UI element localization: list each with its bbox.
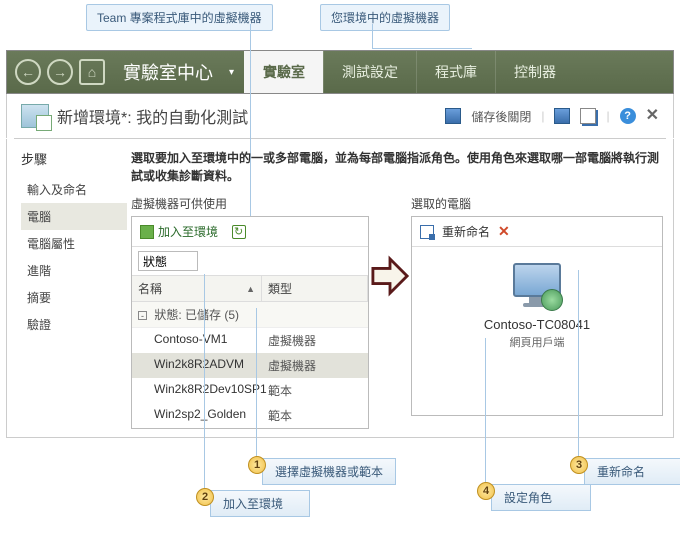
badge-1: 1 (248, 456, 266, 474)
badge-3: 3 (570, 456, 588, 474)
transfer-arrow-icon (369, 195, 411, 297)
selected-computers-panel: 選取的電腦 重新命名 ✕ Contoso-TC (411, 195, 663, 416)
save-close-button[interactable]: 儲存後關閉 (471, 108, 531, 125)
status-filter-input[interactable] (138, 251, 198, 271)
available-vms-title: 虛擬機器可供使用 (131, 195, 369, 212)
callout-your-env: 您環境中的虛擬機器 (320, 4, 450, 31)
step-advanced[interactable]: 進階 (21, 257, 127, 284)
group-row[interactable]: - 狀態: 已儲存 (5) (132, 302, 368, 328)
save-button[interactable] (554, 108, 570, 124)
nav-back-button[interactable]: ← (15, 59, 41, 85)
step-computer-props[interactable]: 電腦屬性 (21, 230, 127, 257)
vm-row[interactable]: Contoso-VM1 虛擬機器 (132, 328, 368, 353)
grid-header: 名稱▲ 類型 (132, 275, 368, 302)
callout-team-library: Team 專案程式庫中的虛擬機器 (86, 4, 273, 31)
main-area: 步驟 輸入及命名 電腦 電腦屬性 進階 摘要 驗證 選取要加入至環境中的一或多部… (6, 139, 674, 438)
steps-sidebar: 步驟 輸入及命名 電腦 電腦屬性 進階 摘要 驗證 (7, 139, 127, 429)
vm-row[interactable]: Win2k8R2Dev10SP1 範本 (132, 378, 368, 403)
tab-controller[interactable]: 控制器 (495, 51, 574, 93)
copy-button[interactable] (580, 108, 596, 124)
app-title: 實驗室中心 (113, 59, 223, 85)
callout-add-env: 加入至環境 (210, 490, 310, 517)
step-computers[interactable]: 電腦 (21, 203, 127, 230)
callout-set-role: 設定角色 (491, 484, 591, 511)
title-dropdown[interactable]: ▾ (223, 67, 240, 78)
tab-lab[interactable]: 實驗室 (244, 51, 323, 93)
vm-row[interactable]: Win2sp2_Golden 範本 (132, 403, 368, 428)
rename-button[interactable]: 重新命名 (442, 223, 490, 240)
delete-button[interactable]: ✕ (498, 223, 510, 240)
vm-row[interactable]: Win2k8R2ADVM 虛擬機器 (132, 353, 368, 378)
step-summary[interactable]: 摘要 (21, 284, 127, 311)
sort-icon: ▲ (246, 284, 255, 294)
selected-computer-item[interactable]: Contoso-TC08041 網頁用戶端 (412, 247, 662, 350)
environment-icon (21, 104, 49, 128)
available-vms-panel: 虛擬機器可供使用 加入至環境 名稱▲ (131, 195, 369, 429)
instruction-text: 選取要加入至環境中的一或多部電腦，並為每部電腦指派角色。使用角色來選取哪一部電腦… (131, 149, 663, 185)
help-button[interactable]: ? (620, 108, 636, 124)
badge-2: 2 (196, 488, 214, 506)
bottom-callouts: 1 選擇虛擬機器或範本 2 加入至環境 3 重新命名 4 設定角色 (6, 438, 674, 534)
close-button[interactable]: ✕ (646, 109, 659, 123)
tab-library[interactable]: 程式庫 (416, 51, 495, 93)
rename-icon (420, 225, 434, 239)
collapse-icon[interactable]: - (138, 311, 147, 320)
computer-icon (509, 263, 565, 311)
globe-icon (541, 289, 563, 311)
nav-forward-button[interactable]: → (47, 59, 73, 85)
nav-home-button[interactable]: ⌂ (79, 59, 105, 85)
col-type-header[interactable]: 類型 (262, 276, 368, 301)
save-icon (445, 108, 461, 124)
add-icon (140, 225, 154, 239)
add-to-env-button[interactable]: 加入至環境 (140, 223, 218, 240)
callout-rename: 重新命名 (584, 458, 680, 485)
app-ribbon: ← → ⌂ 實驗室中心 ▾ 實驗室 測試設定 程式庫 控制器 (6, 50, 674, 94)
step-name-input[interactable]: 輸入及命名 (21, 176, 127, 203)
col-name-header[interactable]: 名稱▲ (132, 276, 262, 301)
sub-header: 新增環境*: 我的自動化測試 儲存後關閉 | | ? ✕ (6, 94, 674, 138)
callout-select-vm: 選擇虛擬機器或範本 (262, 458, 396, 485)
selected-title: 選取的電腦 (411, 195, 663, 212)
computer-role: 網頁用戶端 (412, 334, 662, 350)
page-title: 新增環境*: 我的自動化測試 (57, 104, 248, 128)
step-verify[interactable]: 驗證 (21, 311, 127, 338)
top-callouts: Team 專案程式庫中的虛擬機器 您環境中的虛擬機器 (0, 0, 680, 50)
content-area: 選取要加入至環境中的一或多部電腦，並為每部電腦指派角色。使用角色來選取哪一部電腦… (127, 139, 673, 429)
tab-test-settings[interactable]: 測試設定 (323, 51, 416, 93)
badge-4: 4 (477, 482, 495, 500)
computer-name: Contoso-TC08041 (412, 317, 662, 332)
refresh-button[interactable] (232, 225, 246, 239)
steps-title: 步驟 (21, 149, 127, 168)
